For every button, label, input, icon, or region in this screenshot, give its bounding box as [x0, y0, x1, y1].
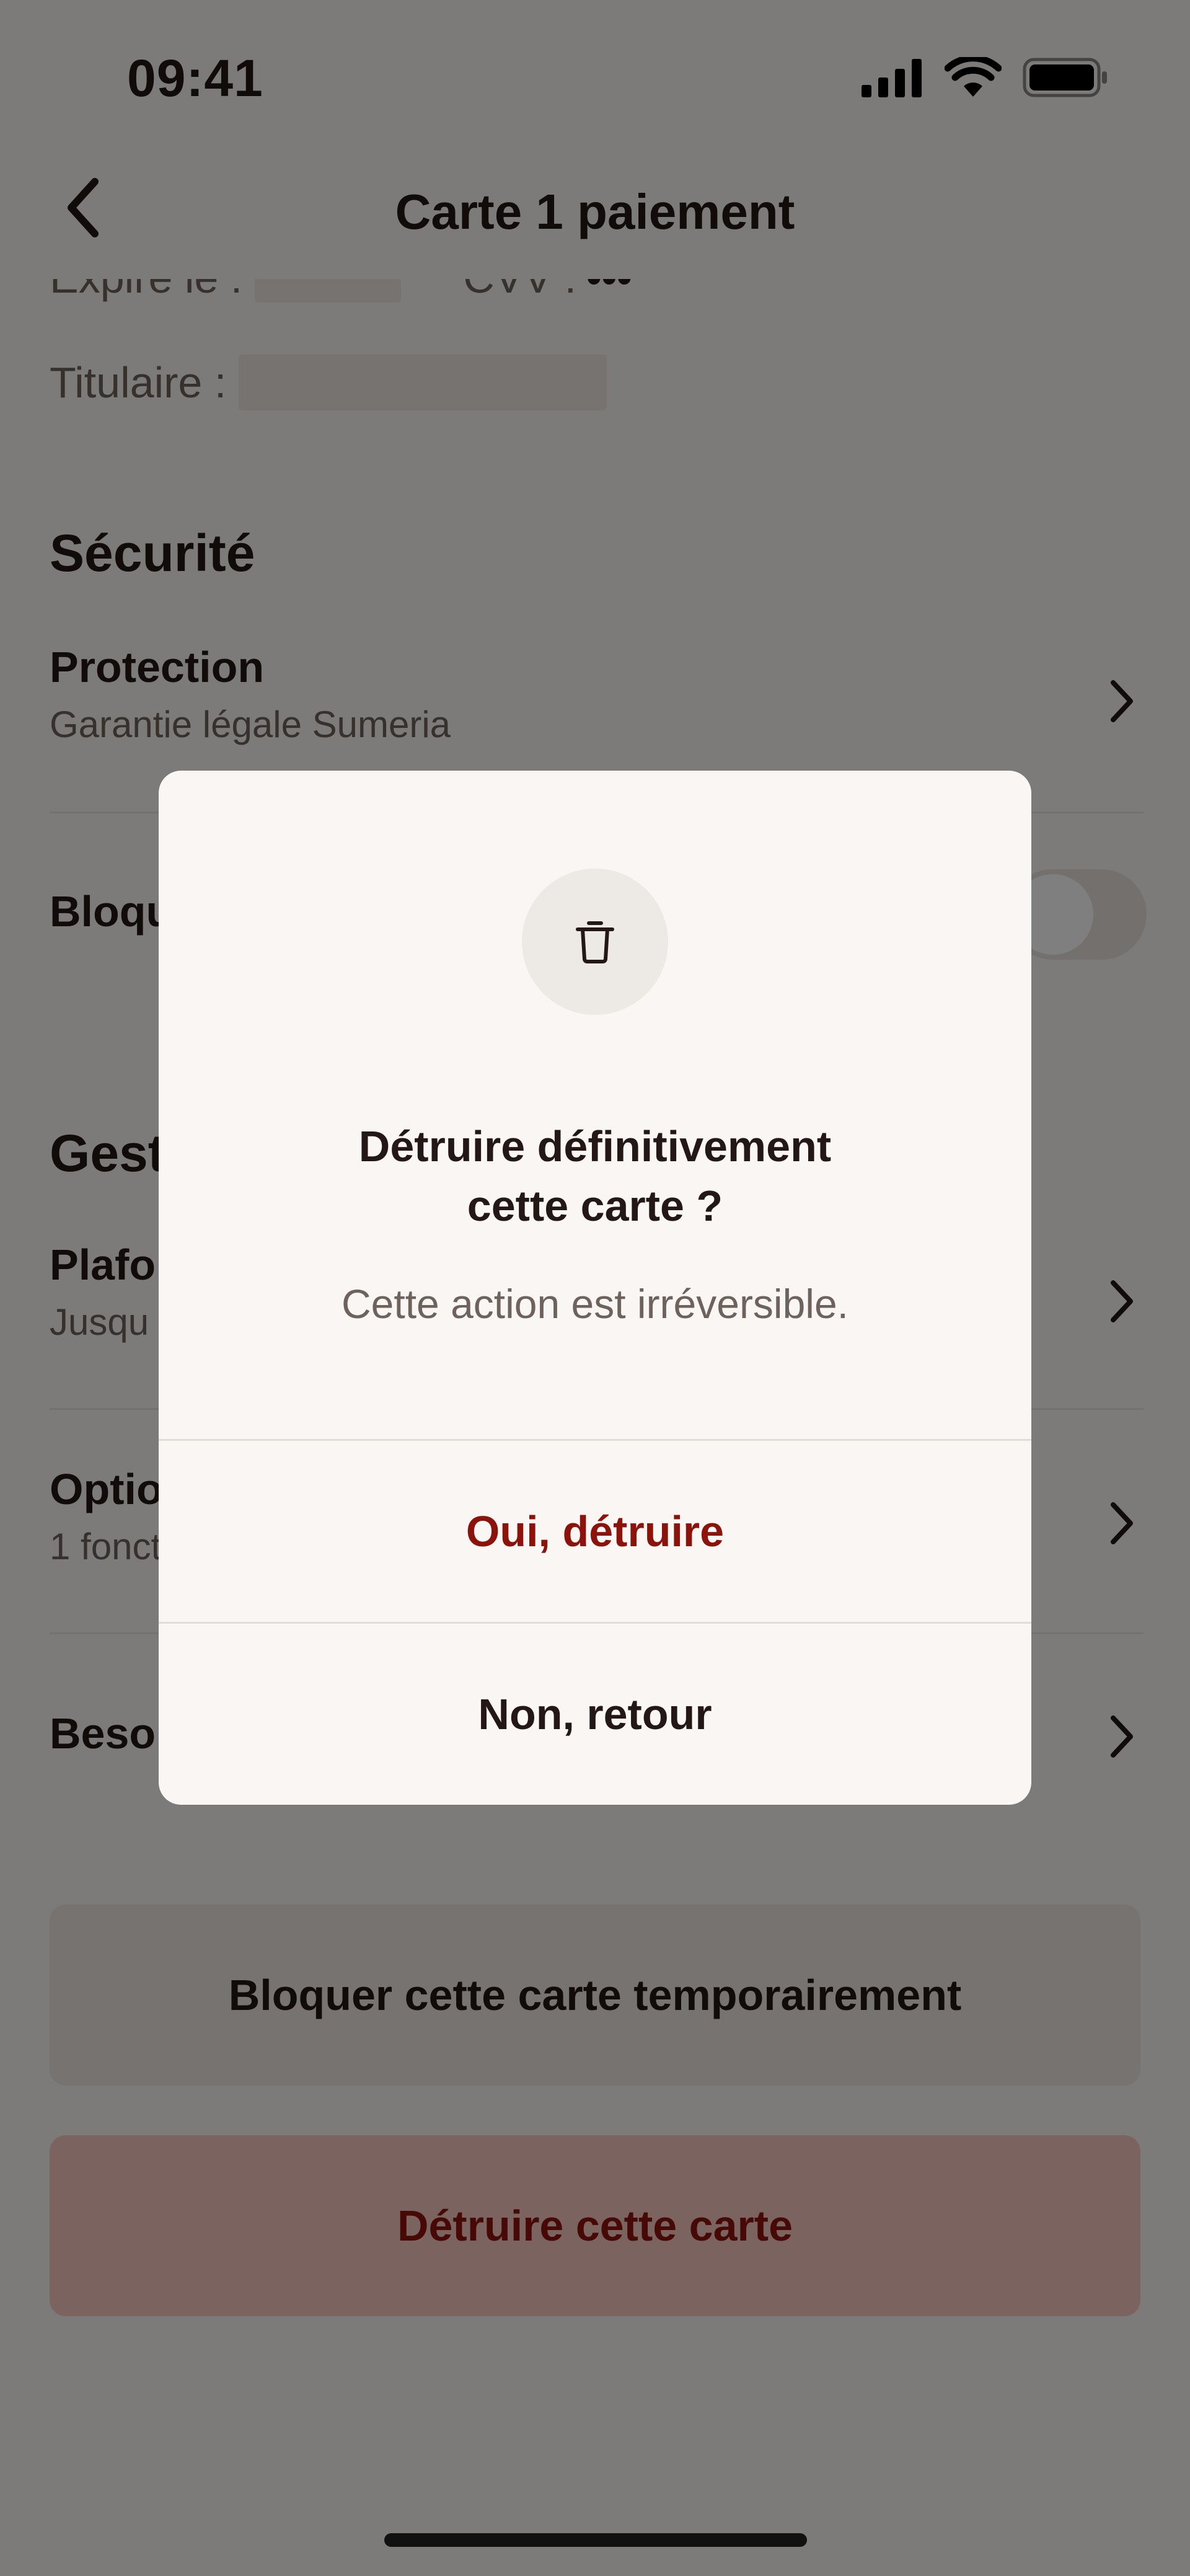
- modal-message: Cette action est irréversible.: [341, 1281, 848, 1327]
- modal-icon-container: [522, 869, 668, 1015]
- trash-icon: [576, 921, 614, 963]
- destroy-confirmation-dialog: Détruire définitivement cette carte ? Ce…: [159, 771, 1031, 1805]
- cancel-button[interactable]: Non, retour: [159, 1624, 1031, 1805]
- home-indicator: [384, 2533, 807, 2547]
- confirm-destroy-button[interactable]: Oui, détruire: [159, 1441, 1031, 1622]
- modal-title: Détruire définitivement cette carte ?: [358, 1122, 832, 1230]
